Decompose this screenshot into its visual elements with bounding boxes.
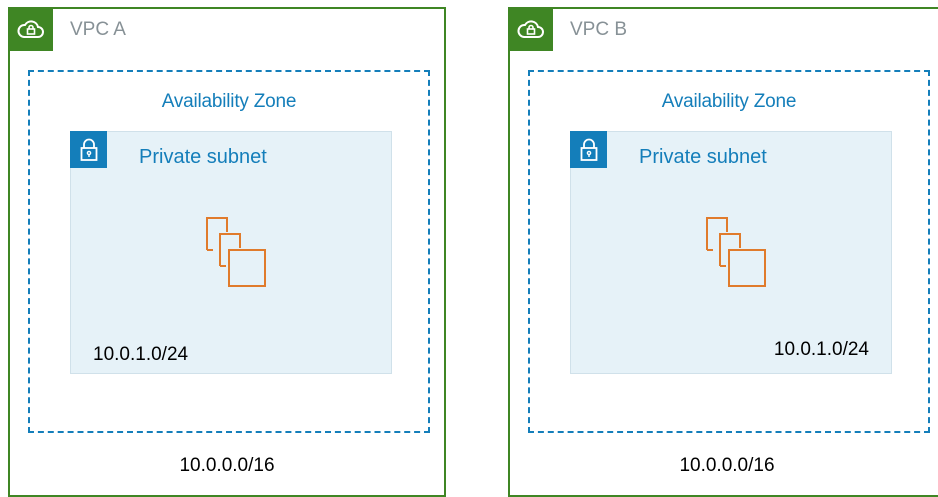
vpc-cloud-lock-icon (8, 7, 53, 51)
availability-zone-label: Availability Zone (161, 91, 297, 112)
subnet-cidr: 10.0.1.0/24 (773, 339, 869, 360)
vpc-cloud-lock-icon (508, 7, 553, 51)
private-subnet: Private subnet 10.0.1.0/24 (70, 131, 392, 374)
availability-zone-label: Availability Zone (661, 91, 797, 112)
availability-zone: Availability Zone Private subnet 10.0.1.… (28, 70, 430, 433)
vpc-title: VPC B (570, 19, 628, 40)
vpc-cidr: 10.0.0.0/16 (679, 455, 775, 476)
padlock-icon (570, 131, 607, 168)
vpc-cidr: 10.0.0.0/16 (179, 455, 275, 476)
private-subnet: Private subnet 10.0.1.0/24 (570, 131, 892, 374)
vpc-b-container: VPC B Availability Zone Private subnet 1… (508, 7, 938, 497)
subnet-cidr: 10.0.1.0/24 (93, 344, 189, 365)
ec2-instances-icon (689, 212, 775, 298)
padlock-icon (70, 131, 107, 168)
ec2-instances-icon (189, 212, 275, 298)
subnet-title: Private subnet (139, 146, 267, 168)
availability-zone: Availability Zone Private subnet 10.0.1.… (528, 70, 930, 433)
vpc-title: VPC A (70, 19, 126, 40)
subnet-title: Private subnet (639, 146, 767, 168)
vpc-a-container: VPC A Availability Zone Private subnet 1… (8, 7, 446, 497)
